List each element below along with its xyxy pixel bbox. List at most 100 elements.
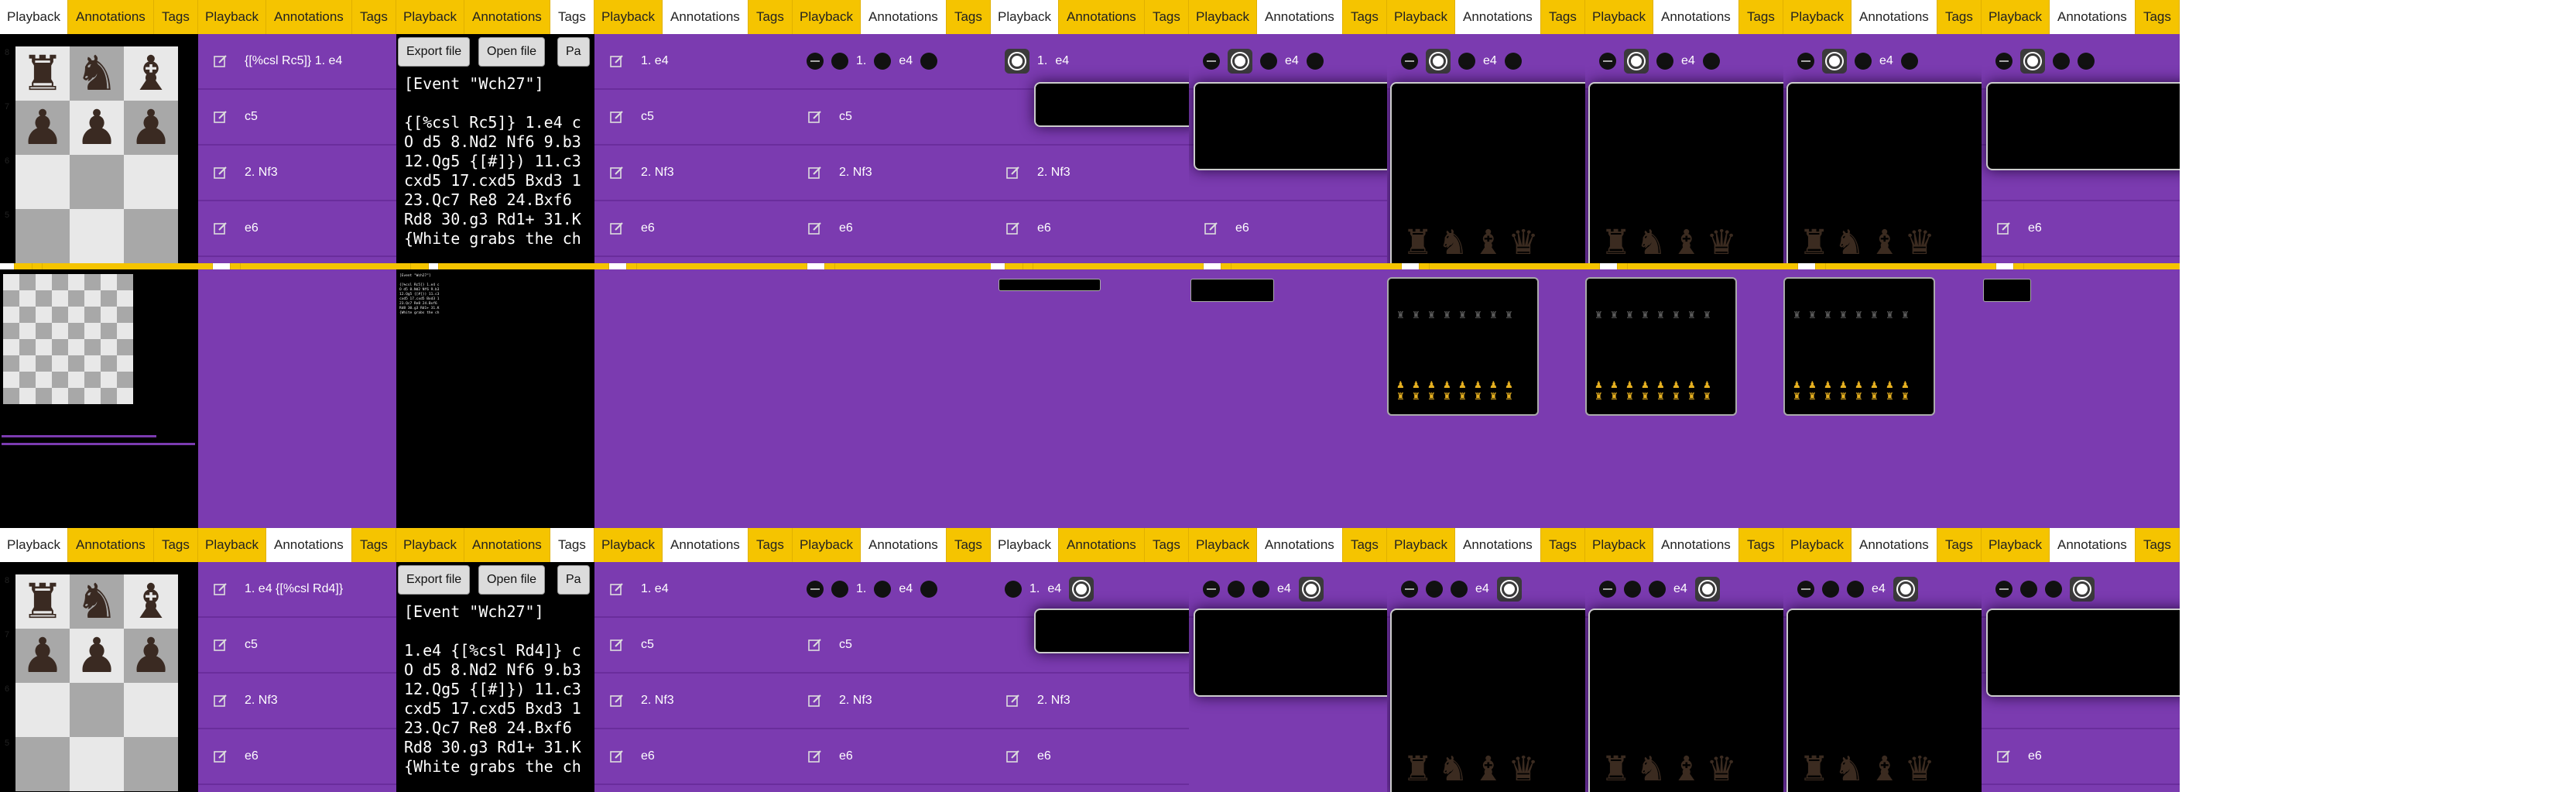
remove-icon[interactable] xyxy=(807,53,824,70)
toggle-icon[interactable] xyxy=(1893,577,1918,602)
marker-dot[interactable] xyxy=(1847,581,1864,598)
marker-dot[interactable] xyxy=(2045,581,2062,598)
tab-playback[interactable]: Playback xyxy=(793,0,861,34)
tab-playback[interactable]: Playback xyxy=(396,0,464,34)
toggle-icon[interactable] xyxy=(1624,49,1649,74)
tab-playback[interactable]: Playback xyxy=(0,0,68,34)
marker-dot[interactable] xyxy=(1458,53,1475,70)
remove-icon[interactable] xyxy=(1797,53,1814,70)
edit-icon[interactable] xyxy=(807,108,824,125)
marker-dot[interactable] xyxy=(920,581,938,598)
marker-dot[interactable] xyxy=(1624,581,1641,598)
tab-tags[interactable]: Tags xyxy=(153,528,198,562)
tab-tags[interactable]: Tags xyxy=(550,528,594,562)
thumb-board[interactable] xyxy=(0,263,198,528)
thumb-popup[interactable] xyxy=(1189,263,1387,528)
edit-icon[interactable] xyxy=(1995,748,2012,765)
tab-playback[interactable]: Playback xyxy=(1783,0,1852,34)
export-file-button[interactable]: Export file xyxy=(398,37,471,67)
tab-tags[interactable]: Tags xyxy=(1738,528,1783,562)
tab-playback[interactable]: Playback xyxy=(198,0,266,34)
move-row[interactable]: c5 xyxy=(793,618,991,674)
popup-box[interactable] xyxy=(1194,609,1387,697)
tab-annotations[interactable]: Annotations xyxy=(1257,0,1343,34)
black-pawn-icon[interactable]: ♟ xyxy=(124,101,178,155)
tab-annotations[interactable]: Annotations xyxy=(1653,528,1739,562)
edit-icon[interactable] xyxy=(608,692,625,709)
move-row[interactable]: c5 xyxy=(793,90,991,146)
tab-playback[interactable]: Playback xyxy=(0,528,68,562)
tab-playback[interactable]: Playback xyxy=(1189,528,1257,562)
edit-icon[interactable] xyxy=(1005,220,1022,237)
tab-tags[interactable]: Tags xyxy=(1540,528,1585,562)
move-row[interactable]: 2. Nf3 xyxy=(198,146,396,201)
tab-tags[interactable]: Tags xyxy=(1540,0,1585,34)
move-row[interactable]: e6 xyxy=(991,729,1189,785)
popup-box[interactable] xyxy=(1986,609,2180,697)
black-pawn-icon[interactable]: ♟ xyxy=(15,629,70,683)
popup-box[interactable] xyxy=(1034,82,1189,127)
marker-dot[interactable] xyxy=(874,53,892,70)
tab-tags[interactable]: Tags xyxy=(550,0,594,34)
edit-icon[interactable] xyxy=(212,748,229,765)
tab-tags[interactable]: Tags xyxy=(748,0,793,34)
move-row[interactable]: 2. Nf3 xyxy=(594,674,793,729)
marker-dot[interactable] xyxy=(2020,581,2037,598)
export-file-button[interactable]: Export file xyxy=(398,565,471,595)
remove-icon[interactable] xyxy=(1995,581,2012,598)
thumb-moves[interactable] xyxy=(198,263,396,528)
move-row[interactable]: c5 xyxy=(594,90,793,146)
marker-dot[interactable] xyxy=(1656,53,1673,70)
black-pawn-icon[interactable]: ♟ xyxy=(15,101,70,155)
tab-playback[interactable]: Playback xyxy=(1982,0,2050,34)
edit-icon[interactable] xyxy=(807,636,824,653)
move-row[interactable]: c5 xyxy=(198,618,396,674)
marker-dot[interactable] xyxy=(2078,53,2095,70)
tab-playback[interactable]: Playback xyxy=(594,528,663,562)
tab-tags[interactable]: Tags xyxy=(1342,528,1387,562)
move-row[interactable]: c5 xyxy=(198,90,396,146)
remove-icon[interactable] xyxy=(1599,53,1616,70)
black-pawn-icon[interactable]: ♟ xyxy=(124,629,178,683)
tab-annotations[interactable]: Annotations xyxy=(1852,0,1937,34)
toggle-icon[interactable] xyxy=(2020,49,2045,74)
popup-box[interactable] xyxy=(1194,82,1387,170)
black-rook-icon[interactable]: ♜ xyxy=(15,46,70,101)
tab-playback[interactable]: Playback xyxy=(198,528,266,562)
edit-icon[interactable] xyxy=(608,636,625,653)
tab-playback[interactable]: Playback xyxy=(793,528,861,562)
black-pawn-icon[interactable]: ♟ xyxy=(70,101,124,155)
tab-playback[interactable]: Playback xyxy=(1585,528,1653,562)
remove-icon[interactable] xyxy=(1203,53,1220,70)
tab-annotations[interactable]: Annotations xyxy=(663,0,748,34)
move-row[interactable]: 2. Nf3 xyxy=(198,674,396,729)
move-row[interactable]: 2. Nf3 xyxy=(991,674,1189,729)
tab-annotations[interactable]: Annotations xyxy=(266,528,352,562)
marker-dot[interactable] xyxy=(1005,581,1022,598)
edit-icon[interactable] xyxy=(1005,692,1022,709)
toggle-icon[interactable] xyxy=(1822,49,1847,74)
thumb-pgn[interactable]: [Event "Wch27"] {[%csl Rc5]} 1.e4 c O d5… xyxy=(396,263,594,528)
popup-box[interactable] xyxy=(1986,82,2180,170)
tab-tags[interactable]: Tags xyxy=(1144,528,1189,562)
tab-playback[interactable]: Playback xyxy=(396,528,464,562)
tab-annotations[interactable]: Annotations xyxy=(2050,0,2136,34)
tab-tags[interactable]: Tags xyxy=(946,528,991,562)
tab-annotations[interactable]: Annotations xyxy=(68,528,154,562)
popup-box[interactable]: ♜ ♞ ♝ ♛ xyxy=(1390,82,1585,263)
move-row[interactable]: e6 xyxy=(594,201,793,257)
move-row[interactable]: 1. e4 xyxy=(594,34,793,90)
thumb-moves[interactable] xyxy=(594,263,793,528)
marker-dot[interactable] xyxy=(1260,53,1277,70)
marker-dot[interactable] xyxy=(1855,53,1872,70)
toggle-icon[interactable] xyxy=(1426,49,1451,74)
move-row[interactable]: e6 xyxy=(793,201,991,257)
move-row[interactable]: 2. Nf3 xyxy=(991,146,1189,201)
remove-icon[interactable] xyxy=(1797,581,1814,598)
open-file-button[interactable]: Open file xyxy=(478,565,546,595)
edit-icon[interactable] xyxy=(1005,164,1022,181)
tab-tags[interactable]: Tags xyxy=(1144,0,1189,34)
move-row[interactable]: e6 xyxy=(198,729,396,785)
edit-icon[interactable] xyxy=(212,636,229,653)
move-row[interactable]: e6 xyxy=(1982,729,2180,785)
